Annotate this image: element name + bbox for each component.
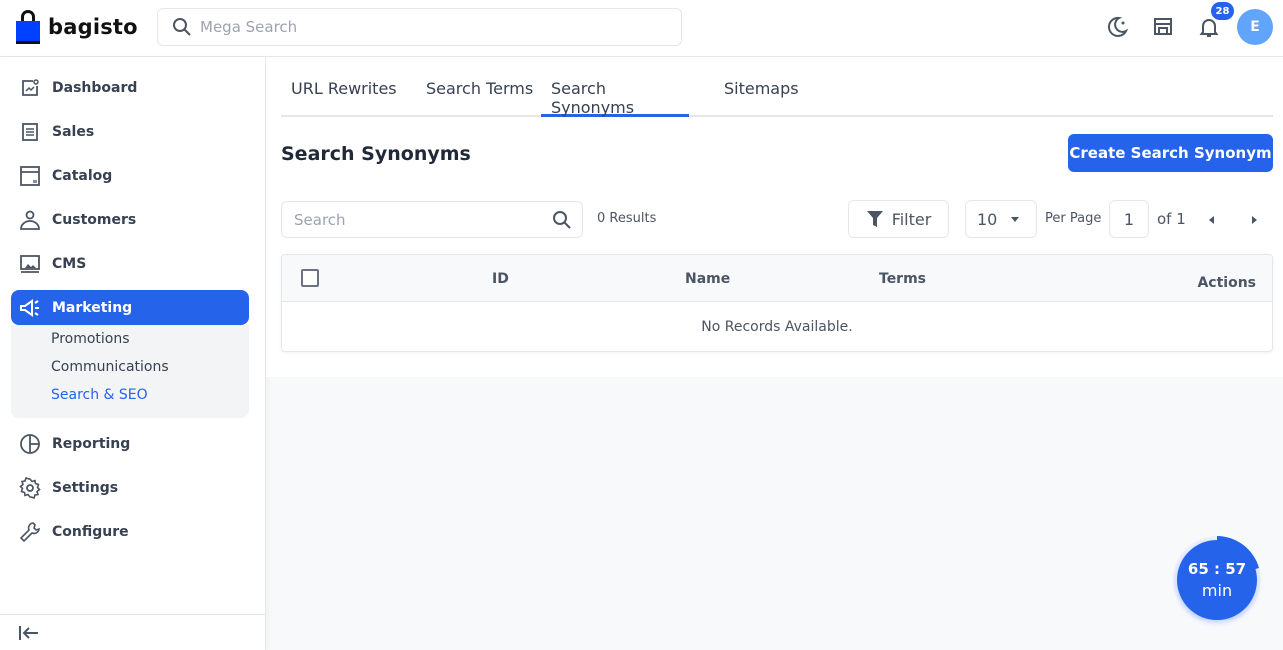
datagrid-search[interactable] bbox=[281, 201, 583, 238]
filter-button[interactable]: Filter bbox=[848, 200, 949, 238]
sidebar-label: Catalog bbox=[52, 167, 113, 184]
filter-label: Filter bbox=[891, 209, 932, 229]
top-header: bagisto 28 E bbox=[0, 0, 1283, 57]
dashboard-icon bbox=[19, 77, 41, 99]
per-page-label: Per Page bbox=[1045, 211, 1102, 226]
sidebar-item-customers[interactable]: Customers bbox=[11, 202, 249, 237]
wrench-icon bbox=[19, 521, 41, 543]
tab-search-synonyms[interactable]: Search Synonyms bbox=[541, 79, 689, 117]
sidebar: Dashboard Sales Catalog Customers CMS Ma… bbox=[0, 57, 266, 650]
cms-icon bbox=[19, 253, 41, 275]
sidebar-item-configure[interactable]: Configure bbox=[11, 514, 249, 549]
search-icon[interactable] bbox=[552, 210, 572, 230]
marketing-submenu: Promotions Communications Search & SEO bbox=[11, 325, 249, 418]
current-page-input[interactable] bbox=[1109, 200, 1149, 238]
submenu-item-promotions[interactable]: Promotions bbox=[51, 331, 130, 347]
store-icon bbox=[1154, 18, 1172, 35]
empty-table-message: No Records Available. bbox=[701, 319, 853, 335]
create-search-synonym-button[interactable]: Create Search Synonym bbox=[1068, 134, 1273, 172]
sales-icon bbox=[19, 121, 41, 143]
submenu-item-communications[interactable]: Communications bbox=[51, 359, 169, 375]
sidebar-label: Reporting bbox=[52, 435, 131, 452]
previous-page-button[interactable] bbox=[1206, 214, 1218, 226]
sidebar-item-marketing[interactable]: Marketing bbox=[11, 290, 249, 325]
gear-icon bbox=[19, 476, 41, 499]
per-page-select[interactable]: 10 bbox=[965, 200, 1037, 238]
table-header: ID Name Terms Actions bbox=[282, 255, 1272, 302]
seo-tabs: URL Rewrites Search Terms Search Synonym… bbox=[281, 57, 1273, 117]
sidebar-label: Marketing bbox=[52, 299, 133, 316]
sidebar-item-catalog[interactable]: Catalog bbox=[11, 158, 249, 193]
moon-icon bbox=[1107, 16, 1129, 37]
sidebar-item-reporting[interactable]: Reporting bbox=[11, 426, 249, 461]
datagrid-search-input[interactable] bbox=[294, 210, 544, 229]
tab-search-terms[interactable]: Search Terms bbox=[426, 79, 533, 117]
notification-badge: 28 bbox=[1211, 2, 1234, 20]
brand-name: bagisto bbox=[48, 15, 138, 39]
sidebar-label: Dashboard bbox=[52, 79, 138, 96]
sidebar-label: Configure bbox=[52, 523, 129, 540]
sidebar-label: Sales bbox=[52, 123, 95, 140]
mega-search[interactable] bbox=[157, 8, 682, 46]
collapse-left-icon bbox=[19, 626, 38, 640]
tab-url-rewrites[interactable]: URL Rewrites bbox=[291, 79, 397, 117]
dark-mode-toggle[interactable] bbox=[1105, 15, 1129, 39]
mega-search-input[interactable] bbox=[200, 18, 680, 36]
sidebar-item-dashboard[interactable]: Dashboard bbox=[11, 70, 249, 105]
filter-icon bbox=[866, 211, 883, 227]
megaphone-icon bbox=[19, 297, 41, 319]
collapse-sidebar-button[interactable] bbox=[18, 624, 40, 642]
column-actions: Actions bbox=[1197, 275, 1256, 291]
main-content: URL Rewrites Search Terms Search Synonym… bbox=[266, 57, 1283, 377]
submenu-item-search-seo[interactable]: Search & SEO bbox=[51, 387, 148, 403]
next-page-button[interactable] bbox=[1248, 214, 1260, 226]
sidebar-label: Customers bbox=[52, 211, 137, 228]
catalog-icon bbox=[19, 165, 41, 187]
search-icon bbox=[173, 18, 191, 36]
bagisto-logo[interactable]: bagisto bbox=[16, 10, 138, 44]
timer-time: 65 : 57 bbox=[1187, 560, 1247, 578]
column-name[interactable]: Name bbox=[685, 271, 730, 287]
timer-unit: min bbox=[1201, 581, 1233, 600]
results-count: 0 Results bbox=[597, 211, 657, 226]
synonyms-table: ID Name Terms Actions No Records Availab… bbox=[281, 254, 1273, 352]
select-all-checkbox[interactable] bbox=[301, 269, 319, 287]
total-pages: of 1 bbox=[1157, 210, 1186, 228]
tab-sitemaps[interactable]: Sitemaps bbox=[724, 79, 799, 117]
sidebar-item-settings[interactable]: Settings bbox=[11, 470, 249, 505]
session-timer: 65 : 57 min bbox=[1170, 528, 1262, 620]
per-page-value: 10 bbox=[977, 209, 998, 229]
column-terms[interactable]: Terms bbox=[879, 271, 926, 287]
column-id[interactable]: ID bbox=[492, 271, 509, 287]
storefront-link[interactable] bbox=[1151, 15, 1175, 39]
sidebar-item-sales[interactable]: Sales bbox=[11, 114, 249, 149]
bag-logo-icon bbox=[16, 10, 40, 44]
sidebar-footer bbox=[0, 614, 265, 650]
sidebar-item-cms[interactable]: CMS bbox=[11, 246, 249, 281]
sidebar-label: Settings bbox=[52, 479, 119, 496]
sidebar-label: CMS bbox=[52, 255, 87, 272]
customers-icon bbox=[19, 209, 41, 231]
reporting-icon bbox=[19, 433, 41, 455]
page-title: Search Synonyms bbox=[281, 143, 471, 165]
caret-down-icon bbox=[1011, 217, 1019, 222]
user-avatar[interactable]: E bbox=[1237, 9, 1273, 45]
timer-display: 65 : 57 min bbox=[1177, 540, 1257, 620]
